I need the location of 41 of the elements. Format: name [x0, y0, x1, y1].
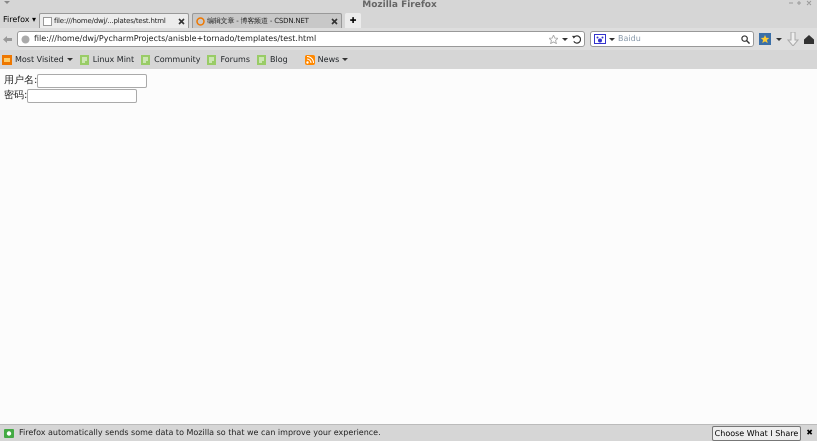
notification-icon — [4, 428, 14, 438]
caret-icon — [342, 57, 348, 62]
notification-message: Firefox automatically sends some data to Mozilla so that we can improve your experience. — [19, 427, 382, 439]
reload-icon[interactable] — [572, 34, 581, 44]
url-text: file:///home/dwj/PycharmProjects/anisble+tornado/templates/test.html — [34, 33, 318, 45]
close-icon[interactable] — [331, 18, 338, 24]
caret-icon — [66, 57, 73, 62]
bookmark-item[interactable]: Forums — [207, 54, 250, 66]
bookmark-item[interactable]: Most Visited — [2, 54, 73, 66]
field-label: 密码: — [4, 88, 28, 103]
input-field[interactable] — [37, 74, 148, 88]
app-menu-button[interactable]: Firefox ▾ — [3, 16, 36, 24]
bookmark-menu-icon[interactable] — [759, 33, 771, 45]
bookmark-item[interactable]: News — [304, 54, 348, 66]
close-icon[interactable] — [178, 18, 186, 24]
star-icon[interactable] — [549, 34, 558, 44]
input-field[interactable] — [27, 88, 138, 102]
bookmark-item[interactable]: Linux Mint — [80, 54, 134, 66]
page-icon — [80, 54, 90, 64]
ring-icon — [196, 16, 206, 26]
page-icon — [207, 54, 218, 64]
close-button[interactable]: ✖ — [806, 429, 813, 437]
new-tab-button[interactable]: ✚ — [345, 13, 362, 28]
home-icon[interactable] — [804, 34, 814, 44]
bookmark-item[interactable]: Community — [141, 54, 200, 66]
page-icon — [43, 16, 52, 26]
address-bar[interactable]: file:///home/dwj/PycharmProjects/anisble+tornado/templates/test.html — [17, 31, 585, 47]
feed-icon — [304, 54, 315, 64]
caret-icon[interactable] — [609, 36, 615, 42]
caret-icon[interactable] — [776, 36, 782, 42]
search-icon[interactable] — [741, 34, 750, 44]
bookmark-item[interactable]: Blog — [256, 54, 288, 66]
page-icon — [256, 54, 267, 64]
choose-what-i-share-button[interactable]: Choose What I Share — [712, 426, 802, 440]
caret-icon[interactable] — [562, 36, 568, 42]
field-label: 用户名: — [4, 74, 38, 88]
page-icon — [141, 54, 152, 64]
window-title: Mozilla Firefox — [362, 0, 437, 11]
paw-icon[interactable] — [594, 34, 606, 44]
folder-icon — [2, 54, 12, 64]
search-field[interactable]: Baidu — [590, 31, 754, 47]
